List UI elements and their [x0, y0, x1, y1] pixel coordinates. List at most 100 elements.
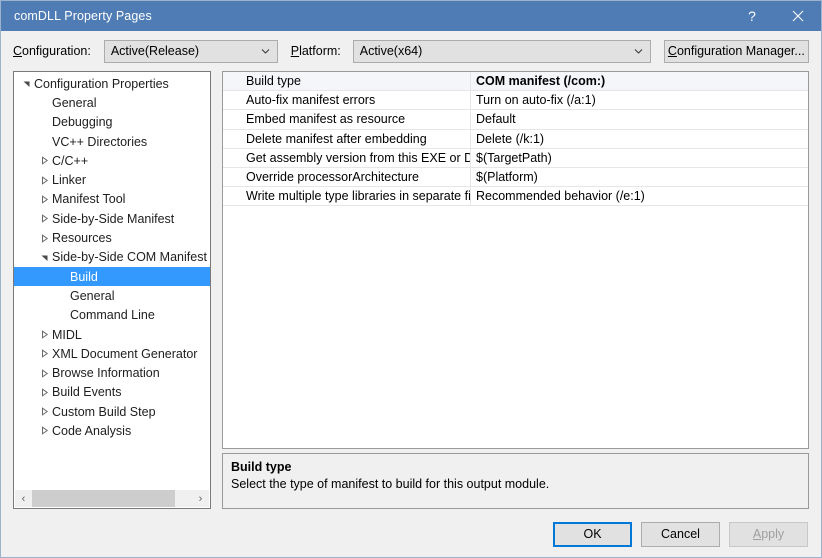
property-row[interactable]: Override processorArchitecture $(Platform… [223, 167, 808, 188]
tree-node[interactable]: VC++ Directories [14, 132, 210, 151]
expander-collapsed-icon[interactable] [38, 214, 51, 223]
property-value[interactable]: Turn on auto-fix (/a:1) [471, 91, 808, 109]
tree-node[interactable]: Browse Information [14, 363, 210, 382]
expander-collapsed-icon[interactable] [38, 156, 51, 166]
platform-combobox[interactable]: Active(x64) [352, 39, 651, 63]
tree-node-label: Side-by-Side Manifest [52, 211, 175, 226]
description-title: Build type [231, 460, 292, 474]
title-bar: comDLL Property Pages ? [1, 1, 821, 31]
configuration-manager-label: Configuration Manager... [667, 44, 805, 58]
property-name: Embed manifest as resource [223, 110, 471, 129]
tree-node[interactable]: MIDL [14, 325, 210, 344]
tree-node[interactable]: XML Document Generator [14, 344, 210, 363]
expander-collapsed-icon[interactable] [38, 426, 51, 436]
expander-collapsed-icon[interactable] [38, 233, 51, 243]
tree-node[interactable]: C/C++ [14, 151, 210, 170]
apply-button: Apply [729, 521, 808, 547]
tree-node[interactable]: Linker [14, 170, 210, 189]
property-value[interactable]: Recommended behavior (/e:1) [471, 187, 808, 205]
tree-node-label: Command Line [70, 308, 155, 323]
expander-collapsed-icon[interactable] [38, 388, 51, 397]
tree-node[interactable]: Code Analysis [14, 421, 210, 440]
property-name: Build type [223, 72, 471, 91]
property-value[interactable]: Delete (/k:1) [471, 130, 808, 148]
expander-collapsed-icon[interactable] [38, 349, 51, 359]
platform-value: Active(x64) [359, 44, 423, 58]
property-row[interactable]: Build type COM manifest (/com:) [223, 72, 808, 92]
expander-collapsed-icon[interactable] [38, 175, 51, 185]
expander-collapsed-icon[interactable] [38, 195, 51, 204]
property-name: Auto-fix manifest errors [223, 91, 471, 110]
help-button[interactable]: ? [729, 1, 775, 31]
tree-node-label: Code Analysis [52, 423, 132, 438]
tree-node-label: General [52, 95, 97, 110]
property-value[interactable]: $(TargetPath) [471, 149, 808, 167]
cancel-label: Cancel [661, 527, 700, 541]
description-text: Select the type of manifest to build for… [231, 477, 550, 491]
tree-node-label: Browse Information [52, 366, 160, 381]
tree-node-label: Configuration Properties [34, 76, 169, 91]
scrollbar-thumb[interactable] [32, 490, 175, 507]
tree-node-label: Build [70, 269, 98, 284]
tree-node[interactable]: General [14, 93, 210, 112]
dialog-body: Configuration Properties General Debugging… [1, 71, 821, 511]
close-icon [792, 10, 804, 22]
tree-node-label: Linker [52, 173, 87, 188]
tree-node-label: General [70, 288, 115, 303]
scroll-right-arrow-icon[interactable]: › [192, 490, 209, 507]
right-column: Build type COM manifest (/com:) Auto-fix m… [222, 71, 809, 509]
property-value[interactable]: Default [471, 110, 808, 128]
ok-label: OK [583, 527, 602, 541]
tree-node[interactable]: General [14, 286, 210, 305]
cancel-button[interactable]: Cancel [641, 521, 720, 547]
tree-node[interactable]: Build Events [14, 383, 210, 402]
ok-button[interactable]: OK [553, 521, 632, 547]
configuration-combobox[interactable]: Active(Release) [103, 39, 278, 63]
expander-expanded-icon[interactable] [20, 79, 33, 88]
tree-node[interactable]: Build [14, 266, 210, 287]
property-name: Override processorArchitecture [223, 167, 471, 187]
tree-node[interactable]: Configuration Properties [14, 74, 210, 93]
property-name: Delete manifest after embedding [223, 129, 471, 148]
tree-node[interactable]: Side-by-Side Manifest [14, 209, 210, 228]
property-row[interactable]: Auto-fix manifest errors Turn on auto-fix… [223, 91, 808, 111]
apply-label: Apply [752, 527, 785, 541]
tree-node-label: Manifest Tool [52, 192, 126, 207]
scroll-left-arrow-icon[interactable]: ‹ [15, 490, 32, 507]
scrollbar-track[interactable] [32, 490, 192, 507]
tree-node[interactable]: Side-by-Side COM Manifest [14, 248, 210, 267]
property-grid[interactable]: Build type COM manifest (/com:) Auto-fix m… [222, 71, 809, 449]
tree-horizontal-scrollbar[interactable]: ‹ › [15, 490, 209, 507]
expander-collapsed-icon[interactable] [38, 330, 51, 339]
tree-node-label: XML Document Generator [52, 346, 198, 361]
tree-node-label: Custom Build Step [52, 404, 156, 419]
property-row[interactable]: Embed manifest as resource Default [223, 110, 808, 130]
dialog-footer: OK Cancel Apply [1, 511, 821, 557]
property-row[interactable]: Write multiple type libraries in separat… [223, 187, 808, 207]
chevron-down-icon [634, 47, 643, 56]
description-pane: Build type Select the type of manifest t… [222, 453, 809, 509]
chevron-down-icon [261, 47, 270, 56]
configuration-manager-button[interactable]: Configuration Manager... [663, 39, 809, 63]
property-value[interactable]: $(Platform) [471, 168, 808, 186]
expander-expanded-icon[interactable] [38, 253, 51, 262]
tree-node[interactable]: Custom Build Step [14, 402, 210, 421]
property-value[interactable]: COM manifest (/com:) [471, 72, 808, 90]
tree-node-label: Debugging [52, 115, 113, 130]
tree-node[interactable]: Manifest Tool [14, 190, 210, 209]
close-button[interactable] [775, 1, 821, 31]
tree-node-label: Resources [52, 231, 112, 246]
configuration-label: Configuration: [13, 44, 91, 58]
tree-node[interactable]: Debugging [14, 113, 210, 132]
properties-tree[interactable]: Configuration Properties General Debugging… [13, 71, 211, 509]
tree-node[interactable]: Resources [14, 228, 210, 247]
configuration-value: Active(Release) [110, 44, 200, 58]
tree-node-label: Build Events [52, 385, 122, 400]
tree-node-list: Configuration Properties General Debugging… [14, 74, 210, 488]
tree-node[interactable]: Command Line [14, 306, 210, 325]
property-row[interactable]: Delete manifest after embedding Delete (/… [223, 129, 808, 149]
expander-collapsed-icon[interactable] [38, 407, 51, 416]
property-row[interactable]: Get assembly version from this EXE or DL… [223, 148, 808, 168]
window-title: comDLL Property Pages [14, 9, 152, 23]
expander-collapsed-icon[interactable] [38, 368, 51, 378]
